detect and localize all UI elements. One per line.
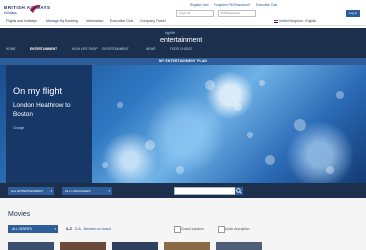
entertainment-logo: entertainment <box>160 35 203 44</box>
all-entertainment-dropdown[interactable]: ALL ENTERTAINMENT ▾ <box>8 187 54 195</box>
search-button[interactable] <box>235 187 243 195</box>
uk-flag-icon <box>274 20 278 23</box>
utility-links: Register now Forgotten PIN/Password? Exe… <box>190 3 362 9</box>
sort-az[interactable]: A-Z <box>66 227 72 231</box>
all-genres-label: ALL GENRES <box>12 227 32 231</box>
closed-captions-checkbox[interactable]: Closed captions <box>174 226 204 233</box>
movie-thumb[interactable] <box>112 242 158 250</box>
flight-info-panel: On my flight London Heathrow to Boston C… <box>6 65 92 183</box>
brand-logo-text[interactable]: BRITISH AIRWAYS <box>4 5 50 10</box>
register-link[interactable]: Register now <box>190 3 209 7</box>
movie-thumb[interactable] <box>216 242 262 250</box>
brand-sub-label: Holidays <box>4 11 17 15</box>
change-flight-link[interactable]: Change <box>13 126 24 130</box>
filter-bar: ALL ENTERTAINMENT ▾ ALL LANGUAGES ▾ <box>0 183 366 198</box>
sort-za[interactable]: Z-A <box>75 227 81 231</box>
movie-thumb[interactable] <box>164 242 210 250</box>
country-selector[interactable]: United Kingdom - English <box>279 17 316 26</box>
entertainment-plan-bar[interactable]: MY ENTERTAINMENT PLAN <box>0 58 366 65</box>
tab-high-life-shop[interactable]: HIGH LIFE SHOP <box>72 47 98 51</box>
movie-thumb[interactable] <box>60 242 106 250</box>
hero-title: On my flight <box>13 86 63 96</box>
audio-description-checkbox[interactable]: Audio description <box>218 226 249 233</box>
nav-executive-club[interactable]: Executive Club <box>110 19 133 23</box>
chevron-down-icon: ▾ <box>50 189 52 193</box>
tab-food-choice[interactable]: FOOD CHOICE <box>170 47 193 51</box>
chevron-down-icon: ▾ <box>108 189 110 193</box>
flight-route: London Heathrow to Boston <box>13 102 71 118</box>
tab-home[interactable]: HOME <box>6 47 16 51</box>
nav-manage-booking[interactable]: Manage My Booking <box>46 19 78 23</box>
hero-banner: On my flight London Heathrow to Boston C… <box>0 65 366 183</box>
section-title: Movies <box>8 211 31 218</box>
all-languages-label: ALL LANGUAGES <box>65 189 91 193</box>
speedmarque-icon <box>30 4 41 13</box>
plan-label: MY ENTERTAINMENT PLAN <box>159 59 207 63</box>
executive-club-link[interactable]: Executive Club <box>256 3 277 7</box>
tab-news[interactable]: NEWS <box>146 47 156 51</box>
all-languages-dropdown[interactable]: ALL LANGUAGES ▾ <box>62 187 112 195</box>
movies-section: Movies ALL GENRES ▾ A-Z Z-A Newest on bo… <box>0 198 366 250</box>
nav-flights-holidays[interactable]: Flights and holidays <box>6 19 37 23</box>
search-input[interactable] <box>174 187 242 195</box>
search-icon <box>236 188 242 194</box>
entertainment-header: highlife entertainment <box>0 28 366 58</box>
entertainment-tabs: HOME ENTERTAINMENT HIGH LIFE SHOP ENTERT… <box>0 47 366 53</box>
sort-newest[interactable]: Newest on board <box>84 227 111 231</box>
pin-field[interactable]: PIN/Password <box>218 10 256 17</box>
tab-entertainment[interactable]: ENTERTAINMENT <box>30 47 57 51</box>
nav-information[interactable]: Information <box>86 19 104 23</box>
movie-thumbnails <box>8 242 358 250</box>
login-id-field[interactable]: Login ID <box>176 10 214 17</box>
chevron-down-icon: ▾ <box>54 227 56 231</box>
movie-thumb[interactable] <box>8 242 54 250</box>
sort-options: A-Z Z-A Newest on board <box>66 227 111 231</box>
all-entertainment-label: ALL ENTERTAINMENT <box>11 189 44 193</box>
all-genres-dropdown[interactable]: ALL GENRES ▾ <box>8 225 58 233</box>
forgotten-pin-link[interactable]: Forgotten PIN/Password? <box>214 3 251 7</box>
nav-company-travel[interactable]: Company Travel <box>140 19 165 23</box>
login-button[interactable]: Log in <box>346 10 360 17</box>
tab-entertainment-2[interactable]: ENTERTAINMENT <box>102 47 129 51</box>
